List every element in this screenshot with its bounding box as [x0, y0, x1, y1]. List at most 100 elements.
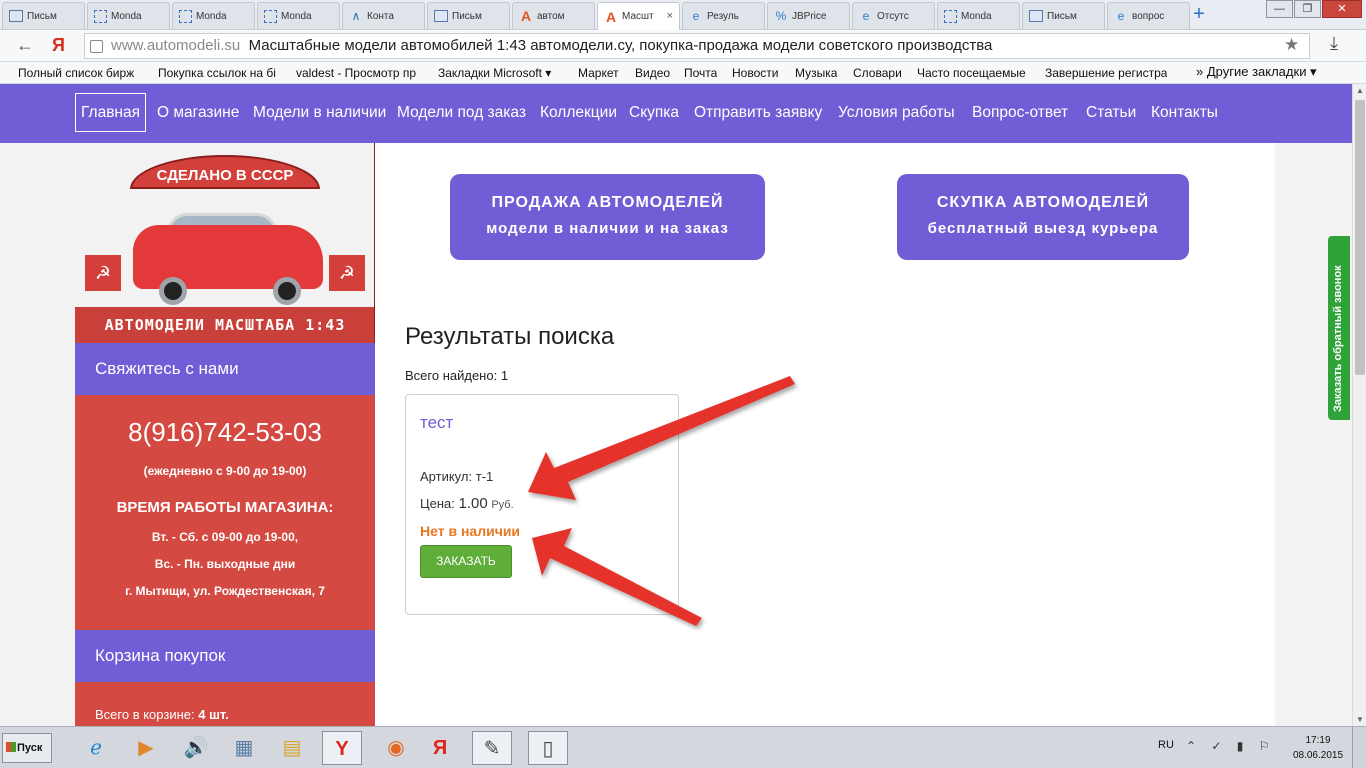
browser-tab[interactable]: Письм: [2, 2, 85, 29]
results-count-value: 1: [500, 368, 509, 383]
new-tab-button[interactable]: +: [1188, 4, 1210, 26]
browser-tab[interactable]: Письм: [1022, 2, 1105, 29]
monday-icon: [94, 9, 107, 23]
annotation-arrows: [528, 376, 795, 626]
tab-label: Письм: [27, 10, 57, 22]
calculator-icon[interactable]: ▦: [224, 731, 264, 765]
nav-item[interactable]: О магазине: [151, 93, 245, 132]
browser-tab[interactable]: % JBPrice: [767, 2, 850, 29]
language-indicator[interactable]: RU: [1158, 739, 1174, 751]
url-input[interactable]: www.automodeli.su Масштабные модели авто…: [84, 33, 1310, 59]
site-logo[interactable]: СДЕЛАНО В СССР ☭ ☭ АВТОМОДЕЛИ МАСШТАБА 1…: [75, 143, 375, 343]
firefox-icon[interactable]: ◉: [376, 731, 416, 765]
media-player-icon[interactable]: ▶: [126, 731, 166, 765]
logo-wheel-icon: [159, 277, 187, 305]
bookmark-item[interactable]: Закладки Microsoft ▾: [438, 66, 551, 80]
back-arrow-icon[interactable]: ←: [16, 35, 34, 56]
start-button[interactable]: Пуск: [2, 733, 52, 763]
ie-icon: e: [1117, 9, 1125, 23]
results-count-label: Всего найдено:: [405, 368, 498, 383]
ie-icon[interactable]: ℯ: [76, 731, 116, 765]
nav-item[interactable]: Коллекции: [534, 93, 623, 132]
tab-label: Monda: [281, 10, 312, 22]
bookmark-item[interactable]: Почта: [684, 66, 717, 80]
site-nav: Главная О магазине Модели в наличии Модели …: [0, 84, 1352, 143]
cart-label: Всего в корзине:: [95, 707, 195, 722]
show-desktop-button[interactable]: [1352, 727, 1366, 768]
browser-tab[interactable]: e Резуль: [682, 2, 765, 29]
right-gutter: [1275, 143, 1352, 726]
bookmark-item[interactable]: Видео: [635, 66, 670, 80]
bookmark-star-icon[interactable]: ★: [1284, 35, 1299, 55]
phone-number[interactable]: 8(916)742-53-03: [75, 417, 375, 448]
clock[interactable]: 17:19 08.06.2015: [1290, 733, 1346, 763]
contact-panel: 8(916)742-53-03 (ежедневно с 9-00 до 19-…: [75, 395, 375, 630]
bookmark-item[interactable]: Маркет: [578, 66, 619, 80]
browser-tab[interactable]: Monda: [172, 2, 255, 29]
nav-item[interactable]: Отправить заявку: [688, 93, 828, 132]
minimize-button[interactable]: —: [1266, 0, 1293, 18]
bookmark-item[interactable]: Новости: [732, 66, 778, 80]
scrollbar-thumb[interactable]: [1355, 100, 1365, 375]
ie-icon: e: [862, 9, 870, 23]
callback-tab[interactable]: Заказать обратный звонок: [1328, 236, 1350, 420]
automodeli-icon: A: [520, 8, 532, 24]
nav-item[interactable]: Статьи: [1080, 93, 1142, 132]
tray-icons[interactable]: ⌃ ✓ ▮ ⚐: [1186, 739, 1275, 753]
nav-item[interactable]: Главная: [75, 93, 146, 132]
notepad-icon[interactable]: ✎: [472, 731, 512, 765]
bookmark-item[interactable]: Часто посещаемые: [917, 66, 1026, 80]
browser-tab[interactable]: Monda: [87, 2, 170, 29]
bookmark-item[interactable]: Полный список бирж: [18, 66, 134, 80]
yandex-logo-icon[interactable]: Я: [52, 35, 65, 56]
nav-item[interactable]: Модели под заказ: [391, 93, 532, 132]
browser-tab[interactable]: Monda: [937, 2, 1020, 29]
tab-label: Масшт: [622, 11, 654, 22]
tab-label: вопрос: [1132, 10, 1165, 22]
tab-label: Отсутс: [877, 10, 909, 22]
shop-address: г. Мытищи, ул. Рождественская, 7: [125, 584, 325, 598]
volume-icon[interactable]: 🔊: [176, 731, 216, 765]
yandex-icon[interactable]: Я: [420, 731, 460, 765]
product-name-link[interactable]: тест: [420, 413, 453, 433]
mail-icon: [1029, 10, 1043, 22]
browser-tab-bar: Письм Monda Monda Monda ∧ Конта Письм Aавтом A Ма…: [0, 0, 1366, 30]
bookmark-item[interactable]: Завершение регистра: [1045, 66, 1167, 80]
nav-item[interactable]: Модели в наличии: [247, 93, 392, 132]
bookmark-item[interactable]: Словари: [853, 66, 902, 80]
browser-tab[interactable]: Письм: [427, 2, 510, 29]
browser-tab[interactable]: Monda: [257, 2, 340, 29]
browser-tab[interactable]: ∧ Конта: [342, 2, 425, 29]
yandex-browser-icon[interactable]: Y: [322, 731, 362, 765]
price-value: 1.00: [458, 495, 488, 512]
browser-tab[interactable]: e вопрос: [1107, 2, 1190, 29]
close-window-button[interactable]: ✕: [1322, 0, 1362, 18]
order-button[interactable]: ЗАКАЗАТЬ: [420, 545, 512, 578]
cart-count: 4 шт.: [198, 707, 229, 722]
bookmark-item[interactable]: Покупка ссылок на бі: [158, 66, 276, 80]
nav-item[interactable]: Вопрос-ответ: [966, 93, 1074, 132]
vertical-scrollbar[interactable]: ▲ ▼: [1352, 84, 1366, 726]
bookmark-item[interactable]: valdest - Просмотр пр: [296, 66, 416, 80]
nav-item[interactable]: Скупка: [623, 93, 685, 132]
browser-tab[interactable]: A Масшт ×: [597, 2, 680, 30]
browser-tab[interactable]: e Отсутс: [852, 2, 935, 29]
document-icon[interactable]: ▯: [528, 731, 568, 765]
scroll-down-icon[interactable]: ▼: [1356, 715, 1364, 724]
scroll-up-icon[interactable]: ▲: [1356, 86, 1364, 95]
other-bookmarks[interactable]: » Другие закладки ▾: [1196, 64, 1317, 80]
close-tab-icon[interactable]: ×: [667, 10, 673, 22]
restore-button[interactable]: ❐: [1294, 0, 1321, 18]
download-icon[interactable]: ⤓: [1330, 33, 1338, 54]
browser-tab[interactable]: Aавтом: [512, 2, 595, 29]
sale-promo-button[interactable]: ПРОДАЖА АВТОМОДЕЛЕЙ модели в наличии и н…: [450, 174, 765, 260]
buyback-promo-button[interactable]: СКУПКА АВТОМОДЕЛЕЙ бесплатный выезд курь…: [897, 174, 1189, 260]
address-bar: ← Я www.automodeli.su Масштабные модели …: [0, 30, 1366, 62]
tab-label: Monda: [196, 10, 227, 22]
monday-icon: [179, 9, 192, 23]
nav-item[interactable]: Контакты: [1145, 93, 1224, 132]
nav-item[interactable]: Условия работы: [832, 93, 961, 132]
mail-icon: [434, 10, 448, 22]
explorer-icon[interactable]: ▤: [272, 731, 312, 765]
bookmark-item[interactable]: Музыка: [795, 66, 837, 80]
